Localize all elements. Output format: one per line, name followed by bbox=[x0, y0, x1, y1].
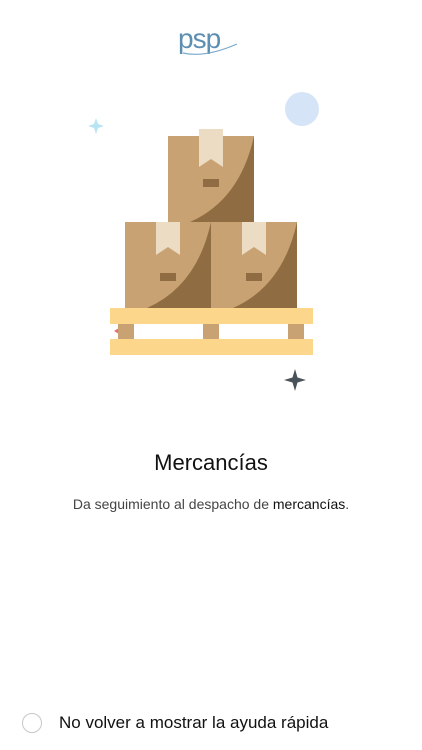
bubble-decoration bbox=[285, 92, 319, 126]
sparkle-light-icon bbox=[88, 118, 104, 134]
box-bottom-left bbox=[125, 222, 211, 308]
boxes-pallet-illustration bbox=[80, 85, 340, 395]
box-top bbox=[168, 129, 254, 222]
psp-logo-text: psp bbox=[178, 23, 221, 54]
box-bottom-right bbox=[211, 222, 297, 308]
page-title: Mercancías bbox=[154, 450, 268, 475]
dont-show-again-option[interactable]: No volver a mostrar la ayuda rápida bbox=[22, 710, 328, 736]
page-subtitle: Da seguimiento al despacho de mercancías… bbox=[0, 496, 422, 512]
subtitle-prefix: Da seguimiento al despacho de bbox=[72, 496, 273, 512]
psp-logo-graphic: psp bbox=[178, 23, 238, 55]
subtitle-emphasis: mercancías bbox=[272, 496, 346, 512]
pallet bbox=[110, 308, 313, 355]
dont-show-again-label[interactable]: No volver a mostrar la ayuda rápida bbox=[59, 713, 328, 733]
dont-show-again-radio[interactable] bbox=[22, 713, 42, 733]
psp-logo: psp bbox=[175, 22, 245, 58]
subtitle-suffix: . bbox=[345, 496, 350, 512]
sparkle-dark-icon bbox=[284, 369, 306, 391]
